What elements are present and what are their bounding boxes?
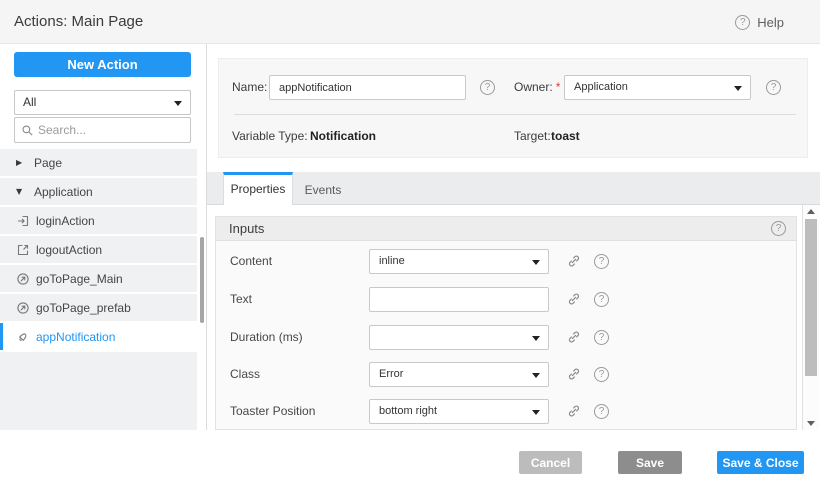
- tree-item-label: loginAction: [36, 214, 95, 228]
- owner-help-icon[interactable]: ?: [766, 80, 781, 95]
- chevron-down-icon: [532, 336, 540, 341]
- tab-properties[interactable]: Properties: [223, 172, 293, 205]
- bind-link-icon[interactable]: [566, 291, 582, 307]
- name-input[interactable]: [269, 75, 466, 100]
- class-select[interactable]: Error: [369, 362, 549, 387]
- notification-icon: [16, 330, 30, 344]
- required-asterisk: *: [556, 80, 561, 94]
- variable-type-value: Notification: [310, 129, 376, 143]
- bind-link-icon[interactable]: [566, 366, 582, 382]
- search-input[interactable]: [38, 123, 184, 137]
- tab-events[interactable]: Events: [293, 175, 353, 205]
- toaster-position-label: Toaster Position: [230, 399, 315, 424]
- class-label: Class: [230, 362, 260, 387]
- new-action-button[interactable]: New Action: [14, 52, 191, 77]
- dialog-footer: Cancel Save Save & Close: [0, 430, 820, 491]
- filter-select-value: All: [23, 95, 36, 109]
- content-select-value: inline: [379, 255, 405, 267]
- filter-select[interactable]: All: [14, 90, 191, 115]
- help-icon: ?: [735, 15, 750, 30]
- content-label: Content: [230, 249, 272, 274]
- chevron-down-icon[interactable]: ▼: [16, 187, 28, 196]
- main-scrollbar[interactable]: [802, 205, 819, 430]
- text-help-icon[interactable]: ?: [594, 292, 609, 307]
- goto-page-icon: [16, 301, 30, 315]
- chevron-down-icon: [174, 101, 182, 106]
- goto-page-icon: [16, 272, 30, 286]
- help-label: Help: [757, 15, 784, 30]
- chevron-down-icon: [532, 410, 540, 415]
- inputs-header: Inputs ?: [216, 217, 796, 241]
- bind-link-icon[interactable]: [566, 403, 582, 419]
- logout-icon: [16, 243, 30, 257]
- login-icon: [16, 214, 30, 228]
- tree-item-page[interactable]: ▶ Page: [0, 149, 197, 176]
- name-help-icon[interactable]: ?: [480, 80, 495, 95]
- target-value: toast: [551, 129, 580, 143]
- duration-label: Duration (ms): [230, 325, 303, 350]
- inputs-help-icon[interactable]: ?: [771, 221, 786, 236]
- action-summary-panel: Name:* ? Owner:* Application ? Variable …: [218, 58, 808, 158]
- tree-item-gotopage-prefab[interactable]: goToPage_prefab: [0, 294, 197, 321]
- owner-label: Owner:*: [514, 75, 560, 100]
- bind-link-icon[interactable]: [566, 329, 582, 345]
- toaster-position-help-icon[interactable]: ?: [594, 404, 609, 419]
- target-label: Target:: [514, 129, 551, 143]
- text-input[interactable]: [369, 287, 549, 312]
- text-label: Text: [230, 287, 252, 312]
- actions-dialog: Actions: Main Page ? Help New Action All…: [0, 0, 820, 491]
- scroll-up-arrow-icon[interactable]: [803, 205, 819, 218]
- class-help-icon[interactable]: ?: [594, 367, 609, 382]
- toaster-position-select[interactable]: bottom right: [369, 399, 549, 424]
- actions-tree: ▶ Page ▼ Application loginAction: [0, 149, 197, 430]
- cancel-button[interactable]: Cancel: [519, 451, 582, 474]
- search-box[interactable]: [14, 117, 191, 143]
- save-and-close-button[interactable]: Save & Close: [717, 451, 804, 474]
- tree-item-label: appNotification: [36, 330, 115, 344]
- tree-item-application[interactable]: ▼ Application: [0, 178, 197, 205]
- owner-select[interactable]: Application: [564, 75, 751, 100]
- tree-item-gotopage-main[interactable]: goToPage_Main: [0, 265, 197, 292]
- tab-bar: Properties Events: [207, 172, 820, 205]
- duration-select[interactable]: [369, 325, 549, 350]
- variable-type-label: Variable Type:: [232, 129, 308, 143]
- dialog-header: Actions: Main Page ? Help: [0, 0, 820, 44]
- tree-item-label: logoutAction: [36, 243, 102, 257]
- duration-help-icon[interactable]: ?: [594, 330, 609, 345]
- content-select[interactable]: inline: [369, 249, 549, 274]
- toaster-position-select-value: bottom right: [379, 405, 437, 417]
- owner-select-value: Application: [574, 81, 628, 93]
- inputs-panel: Inputs ? Content inline ? Text: [215, 216, 797, 430]
- save-button[interactable]: Save: [618, 451, 682, 474]
- help-button[interactable]: ? Help: [735, 0, 784, 44]
- actions-sidebar: New Action All ▶ Page ▼ Application: [0, 44, 207, 430]
- chevron-right-icon[interactable]: ▶: [16, 158, 28, 167]
- chevron-down-icon: [734, 86, 742, 91]
- scroll-down-arrow-icon[interactable]: [803, 417, 819, 430]
- inputs-title: Inputs: [229, 217, 264, 241]
- tree-item-login-action[interactable]: loginAction: [0, 207, 197, 234]
- tree-item-label: Application: [34, 185, 93, 199]
- page-title: Actions: Main Page: [14, 0, 143, 44]
- content-help-icon[interactable]: ?: [594, 254, 609, 269]
- sidebar-scrollbar[interactable]: [200, 237, 204, 323]
- tree-item-label: goToPage_Main: [36, 272, 123, 286]
- chevron-down-icon: [532, 260, 540, 265]
- panel-divider: [234, 114, 796, 115]
- tree-item-label: Page: [34, 156, 62, 170]
- tree-item-app-notification[interactable]: appNotification: [0, 323, 197, 350]
- tree-item-logout-action[interactable]: logoutAction: [0, 236, 197, 263]
- chevron-down-icon: [532, 373, 540, 378]
- scrollbar-thumb[interactable]: [805, 219, 817, 376]
- bind-link-icon[interactable]: [566, 253, 582, 269]
- search-icon: [21, 124, 34, 137]
- tree-item-label: goToPage_prefab: [36, 301, 131, 315]
- tree-filler: [0, 352, 197, 430]
- class-select-value: Error: [379, 368, 403, 380]
